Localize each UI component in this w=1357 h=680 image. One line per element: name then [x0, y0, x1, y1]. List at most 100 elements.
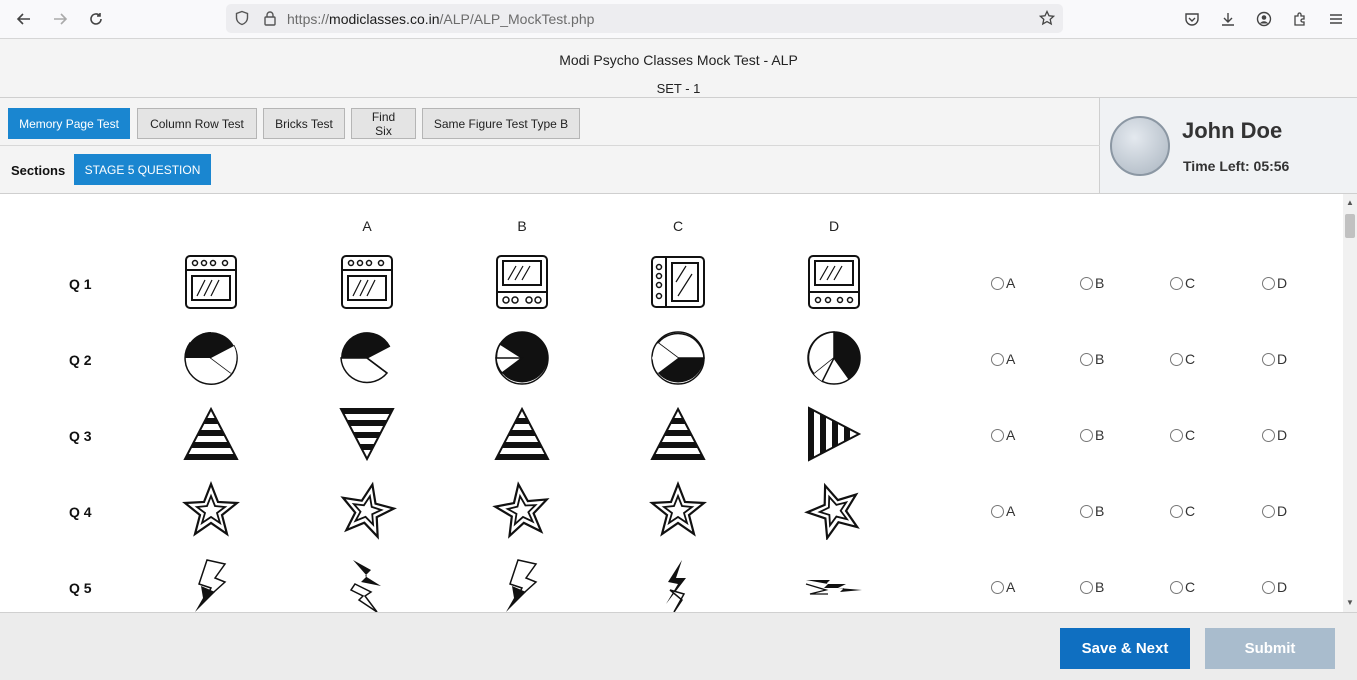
radio-button[interactable]	[1170, 276, 1183, 290]
radio-button[interactable]	[1262, 352, 1275, 366]
answer-option-d[interactable]: D	[1262, 579, 1287, 595]
answer-option-b[interactable]: B	[1080, 351, 1104, 367]
answer-option-a[interactable]: A	[991, 427, 1015, 443]
menu-icon[interactable]	[1325, 8, 1347, 30]
answer-option-c[interactable]: C	[1170, 579, 1195, 595]
answer-option-d[interactable]: D	[1262, 503, 1287, 519]
oven-icon	[492, 252, 552, 312]
lightning-icon	[181, 556, 241, 612]
answer-option-label: D	[1277, 275, 1288, 291]
sections-label: Sections	[11, 163, 66, 178]
scrollbar[interactable]: ▲ ▼	[1343, 194, 1357, 612]
radio-button[interactable]	[1080, 276, 1093, 290]
answer-option-b[interactable]: B	[1080, 503, 1104, 519]
answer-option-label: D	[1277, 503, 1288, 519]
radio-button[interactable]	[1080, 428, 1093, 442]
question-area: A B C D Q 1 Q 2 Q 3 Q 4 Q 5 A B C D A B …	[0, 194, 1343, 612]
radio-button[interactable]	[1170, 352, 1183, 366]
answer-option-a[interactable]: A	[991, 351, 1015, 367]
radio-button[interactable]	[1262, 276, 1275, 290]
answer-option-b[interactable]: B	[1080, 427, 1104, 443]
answer-option-c[interactable]: C	[1170, 427, 1195, 443]
oven-icon	[337, 252, 397, 312]
answer-option-label: D	[1277, 427, 1288, 443]
forward-icon[interactable]	[49, 8, 71, 30]
radio-button[interactable]	[1262, 580, 1275, 594]
column-header-d: D	[828, 218, 840, 234]
answer-option-a[interactable]: A	[991, 579, 1015, 595]
tab-bricks-test[interactable]: Bricks Test	[263, 108, 345, 139]
bookmark-star-icon[interactable]	[1039, 10, 1055, 26]
answer-option-c[interactable]: C	[1170, 275, 1195, 291]
radio-button[interactable]	[991, 580, 1004, 594]
submit-button[interactable]: Submit	[1205, 628, 1335, 669]
back-icon[interactable]	[13, 8, 35, 30]
star-icon	[337, 480, 397, 540]
stage-5-question-button[interactable]: STAGE 5 QUESTION	[74, 154, 211, 185]
pocket-icon[interactable]	[1181, 8, 1203, 30]
question-label: Q 3	[69, 428, 92, 444]
answer-option-b[interactable]: B	[1080, 275, 1104, 291]
question-label: Q 2	[69, 352, 92, 368]
tab-find-six[interactable]: Find Six	[351, 108, 416, 139]
scroll-up-arrow-icon[interactable]: ▲	[1346, 198, 1354, 207]
download-icon[interactable]	[1217, 8, 1239, 30]
radio-button[interactable]	[1080, 352, 1093, 366]
tab-same-figure-test-type-b[interactable]: Same Figure Test Type B	[422, 108, 580, 139]
pie-icon	[648, 328, 708, 388]
radio-button[interactable]	[991, 428, 1004, 442]
striped-triangle-icon	[492, 404, 552, 464]
question-label: Q 5	[69, 580, 92, 596]
radio-button[interactable]	[1170, 504, 1183, 518]
pie-icon	[337, 328, 397, 388]
address-bar[interactable]: https://modiclasses.co.in/ALP/ALP_MockTe…	[226, 4, 1063, 33]
answer-option-d[interactable]: D	[1262, 275, 1287, 291]
page-header: Modi Psycho Classes Mock Test - ALP SET …	[0, 39, 1357, 98]
striped-triangle-icon	[648, 404, 708, 464]
url-host: modiclasses.co.in	[329, 11, 440, 27]
account-icon[interactable]	[1253, 8, 1275, 30]
scroll-down-arrow-icon[interactable]: ▼	[1346, 598, 1354, 607]
radio-button[interactable]	[1080, 504, 1093, 518]
radio-button[interactable]	[991, 504, 1004, 518]
extensions-icon[interactable]	[1289, 8, 1311, 30]
avatar	[1110, 116, 1170, 176]
sections-panel: Memory Page Test Column Row Test Bricks …	[0, 98, 1100, 194]
url-text[interactable]: https://modiclasses.co.in/ALP/ALP_MockTe…	[287, 11, 594, 27]
page-title: Modi Psycho Classes Mock Test - ALP	[559, 52, 798, 68]
url-prefix: https://	[287, 11, 330, 27]
answer-option-b[interactable]: B	[1080, 579, 1104, 595]
answer-option-c[interactable]: C	[1170, 351, 1195, 367]
star-icon	[804, 480, 864, 542]
lock-icon[interactable]	[262, 10, 278, 26]
lightning-icon	[804, 556, 864, 612]
radio-button[interactable]	[1262, 428, 1275, 442]
shield-icon[interactable]	[234, 10, 250, 26]
radio-button[interactable]	[991, 352, 1004, 366]
radio-button[interactable]	[1170, 428, 1183, 442]
answer-option-c[interactable]: C	[1170, 503, 1195, 519]
answer-option-label: D	[1277, 579, 1288, 595]
footer-bar: Save & Next Submit	[0, 612, 1357, 680]
column-header-a: A	[362, 218, 372, 234]
radio-button[interactable]	[1170, 580, 1183, 594]
reload-icon[interactable]	[85, 8, 107, 30]
answer-option-label: C	[1185, 351, 1196, 367]
lightning-icon	[337, 556, 397, 612]
url-path: /ALP/ALP_MockTest.php	[439, 11, 595, 27]
radio-button[interactable]	[1262, 504, 1275, 518]
save-and-next-button[interactable]: Save & Next	[1060, 628, 1190, 669]
column-header-b: B	[517, 218, 527, 234]
answer-option-a[interactable]: A	[991, 275, 1015, 291]
answer-option-d[interactable]: D	[1262, 351, 1287, 367]
answer-option-label: C	[1185, 579, 1196, 595]
tab-column-row-test[interactable]: Column Row Test	[137, 108, 257, 139]
scrollbar-thumb[interactable]	[1345, 214, 1355, 238]
answer-option-d[interactable]: D	[1262, 427, 1287, 443]
answer-option-label: A	[1006, 579, 1016, 595]
pie-icon	[492, 328, 552, 388]
radio-button[interactable]	[1080, 580, 1093, 594]
tab-memory-page-test[interactable]: Memory Page Test	[8, 108, 130, 139]
answer-option-a[interactable]: A	[991, 503, 1015, 519]
radio-button[interactable]	[991, 276, 1004, 290]
